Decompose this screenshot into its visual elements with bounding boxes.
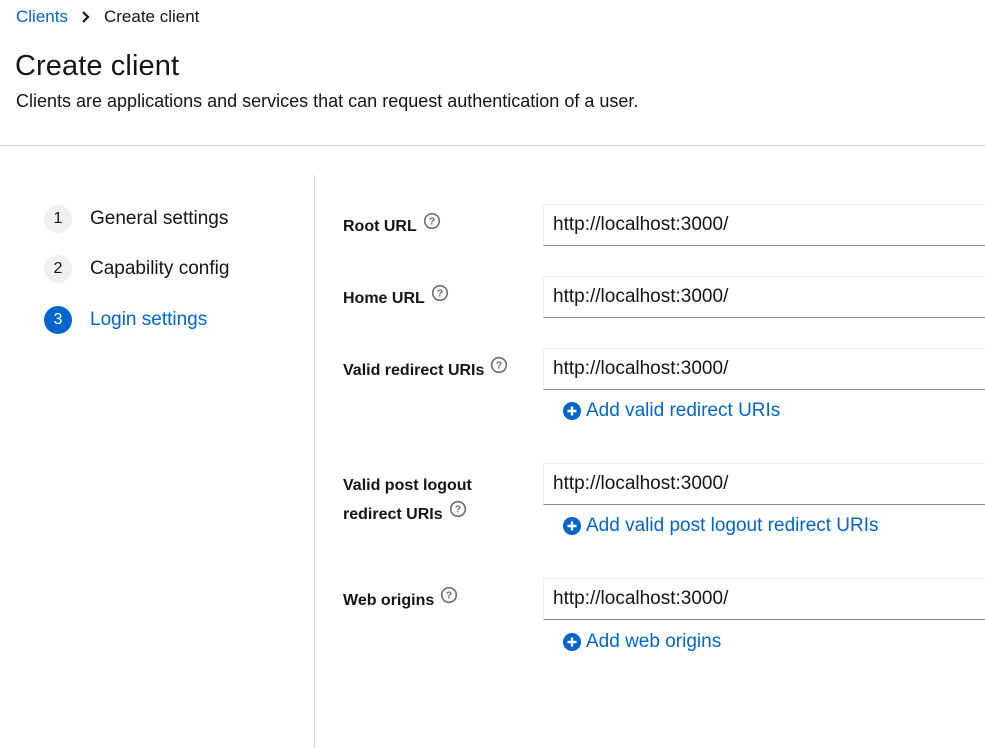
- valid-post-logout-redirect-uris-input[interactable]: [543, 463, 985, 505]
- add-web-origins-label: Add web origins: [586, 631, 722, 652]
- valid-redirect-uris-label: Valid redirect URIs?: [343, 356, 508, 385]
- add-valid-post-logout-redirect-uris-button[interactable]: Add valid post logout redirect URIs: [563, 515, 879, 537]
- step-label: Login settings: [90, 309, 208, 330]
- root-url-input[interactable]: [543, 204, 985, 246]
- header-divider: [0, 145, 985, 146]
- svg-text:?: ?: [496, 360, 502, 372]
- web-origins-label-text: Web origins: [343, 592, 435, 609]
- step-label: General settings: [90, 208, 229, 229]
- valid-post-logout-redirect-uris-label: Valid post logout redirect URIs?: [343, 471, 472, 529]
- breadcrumb-clients-link[interactable]: Clients: [16, 7, 68, 27]
- breadcrumb-current: Create client: [103, 7, 200, 26]
- step-label: Capability config: [90, 258, 230, 279]
- web-origins-input[interactable]: [543, 578, 985, 620]
- step-number: 1: [44, 205, 72, 233]
- root-url-label-text: Root URL: [343, 218, 417, 235]
- plus-circle-icon: [563, 402, 581, 420]
- home-url-input[interactable]: [543, 276, 985, 318]
- svg-text:?: ?: [454, 504, 460, 516]
- help-circle-icon[interactable]: ?: [440, 585, 458, 614]
- plus-circle-icon: [563, 633, 581, 651]
- wizard-step-capability-config[interactable]: 2 Capability config: [44, 255, 229, 283]
- add-valid-redirect-uris-button[interactable]: Add valid redirect URIs: [563, 400, 780, 422]
- home-url-label: Home URL?: [343, 284, 449, 313]
- page-title: Create client: [15, 50, 180, 82]
- valid-redirect-uris-input[interactable]: [543, 348, 985, 390]
- help-circle-icon[interactable]: ?: [449, 499, 467, 528]
- valid-post-logout-label-line1: Valid post logout: [343, 477, 472, 494]
- add-valid-post-logout-redirect-uris-label: Add valid post logout redirect URIs: [586, 515, 879, 536]
- breadcrumb: Clients Create client: [16, 6, 199, 28]
- wizard-step-login-settings[interactable]: 3 Login settings: [44, 306, 207, 334]
- step-number: 2: [44, 255, 72, 283]
- valid-redirect-uris-label-text: Valid redirect URIs: [343, 362, 485, 379]
- plus-circle-icon: [563, 517, 581, 535]
- svg-text:?: ?: [446, 590, 452, 602]
- wizard-nav-divider: [314, 175, 315, 748]
- step-number: 3: [44, 306, 72, 334]
- wizard-step-general-settings[interactable]: 1 General settings: [44, 205, 228, 233]
- svg-text:?: ?: [437, 288, 443, 300]
- add-valid-redirect-uris-label: Add valid redirect URIs: [586, 400, 781, 421]
- valid-post-logout-label-line2: redirect URIs: [343, 506, 443, 523]
- help-circle-icon[interactable]: ?: [431, 283, 449, 312]
- svg-text:?: ?: [429, 216, 435, 228]
- web-origins-label: Web origins?: [343, 586, 458, 615]
- help-circle-icon[interactable]: ?: [490, 355, 508, 384]
- root-url-label: Root URL?: [343, 212, 441, 241]
- page-description: Clients are applications and services th…: [16, 91, 639, 111]
- help-circle-icon[interactable]: ?: [423, 211, 441, 240]
- add-web-origins-button[interactable]: Add web origins: [563, 631, 721, 653]
- home-url-label-text: Home URL: [343, 290, 425, 307]
- chevron-right-icon: [81, 11, 90, 23]
